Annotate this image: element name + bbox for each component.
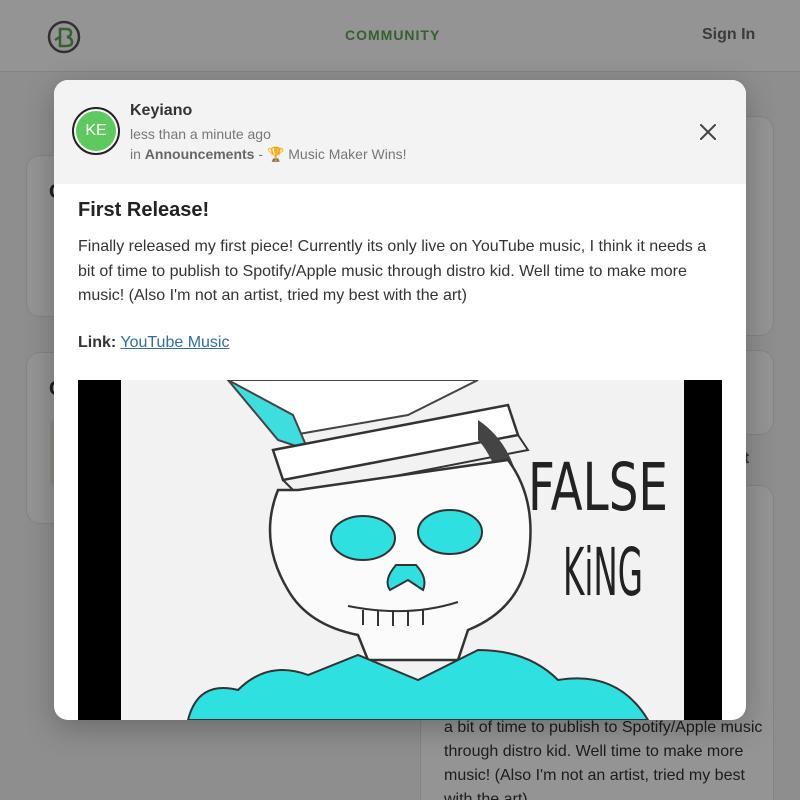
subcategory-label[interactable]: Music Maker Wins! xyxy=(288,146,406,162)
post-timestamp: less than a minute ago xyxy=(130,126,271,142)
album-artwork-drawing: FALSE KiNG xyxy=(78,380,722,720)
post-title: First Release! xyxy=(78,199,210,221)
youtube-music-link[interactable]: YouTube Music xyxy=(120,334,229,351)
artwork-title-line2: KiNG xyxy=(563,534,643,611)
category-separator: - xyxy=(254,146,267,162)
post-modal: KE Keyiano less than a minute ago in Ann… xyxy=(54,80,746,720)
post-body: Finally released my first piece! Current… xyxy=(78,238,707,304)
link-label: Link: xyxy=(78,334,117,351)
link-row: Link: YouTube Music xyxy=(78,334,229,352)
album-artwork[interactable]: FALSE KiNG xyxy=(78,380,722,720)
post-category: in Announcements - 🏆 Music Maker Wins! xyxy=(130,146,407,163)
artwork-title-line1: FALSE xyxy=(528,449,668,526)
post-header: KE Keyiano less than a minute ago in Ann… xyxy=(54,80,746,184)
avatar[interactable]: KE xyxy=(72,107,120,155)
avatar-initials: KE xyxy=(76,111,116,151)
category-link[interactable]: Announcements xyxy=(145,146,255,162)
trophy-icon: 🏆 xyxy=(266,146,285,162)
close-icon[interactable] xyxy=(696,120,720,144)
category-prefix: in xyxy=(130,146,145,162)
author-name[interactable]: Keyiano xyxy=(130,102,192,120)
